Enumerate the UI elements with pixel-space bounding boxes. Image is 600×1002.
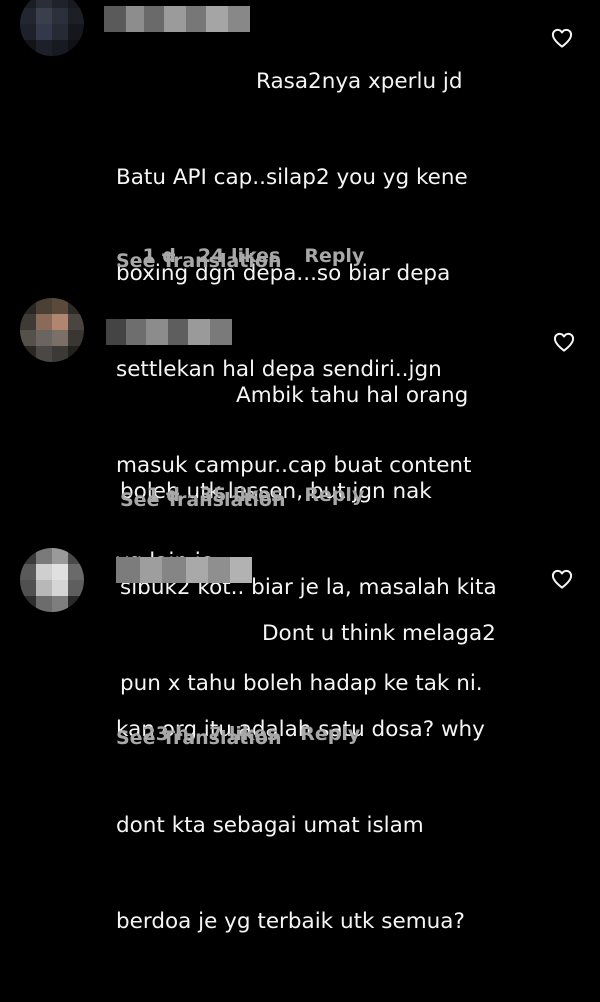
avatar[interactable]: [20, 0, 84, 56]
comment-text-line: Dont u think melaga2: [262, 621, 496, 646]
comment-text-line: berdoa je yg terbaik utk semua?: [116, 909, 465, 934]
reply-button[interactable]: Reply: [304, 245, 364, 267]
comment-item: Rasa2nya xperlu jd Batu API cap..silap2 …: [0, 0, 600, 574]
reply-button[interactable]: Reply: [300, 723, 360, 745]
comment-text-line: Rasa2nya xperlu jd: [256, 69, 463, 94]
avatar[interactable]: [20, 548, 84, 612]
comment-text-line: dont kta sebagai umat islam: [116, 813, 424, 838]
comment-item: Ambik tahu hal orang boleh utk lesson, b…: [0, 290, 600, 696]
comment-text-line: Batu API cap..silap2 you yg kene: [116, 165, 468, 190]
heart-outline-icon[interactable]: [553, 332, 575, 352]
see-translation-link[interactable]: See Translation: [116, 249, 281, 273]
reply-button[interactable]: Reply: [304, 484, 364, 506]
heart-outline-icon[interactable]: [551, 28, 573, 48]
heart-outline-icon[interactable]: [551, 569, 573, 589]
avatar[interactable]: [20, 298, 84, 362]
comment-text: Dont u think melaga2 kan org itu adalah …: [116, 554, 496, 1002]
comment-item: Dont u think melaga2 kan org itu adalah …: [0, 540, 600, 934]
comment-text-line: Ambik tahu hal orang: [236, 383, 469, 408]
see-translation-link[interactable]: See Translation: [120, 488, 285, 512]
see-translation-link[interactable]: See Translation: [116, 726, 281, 750]
